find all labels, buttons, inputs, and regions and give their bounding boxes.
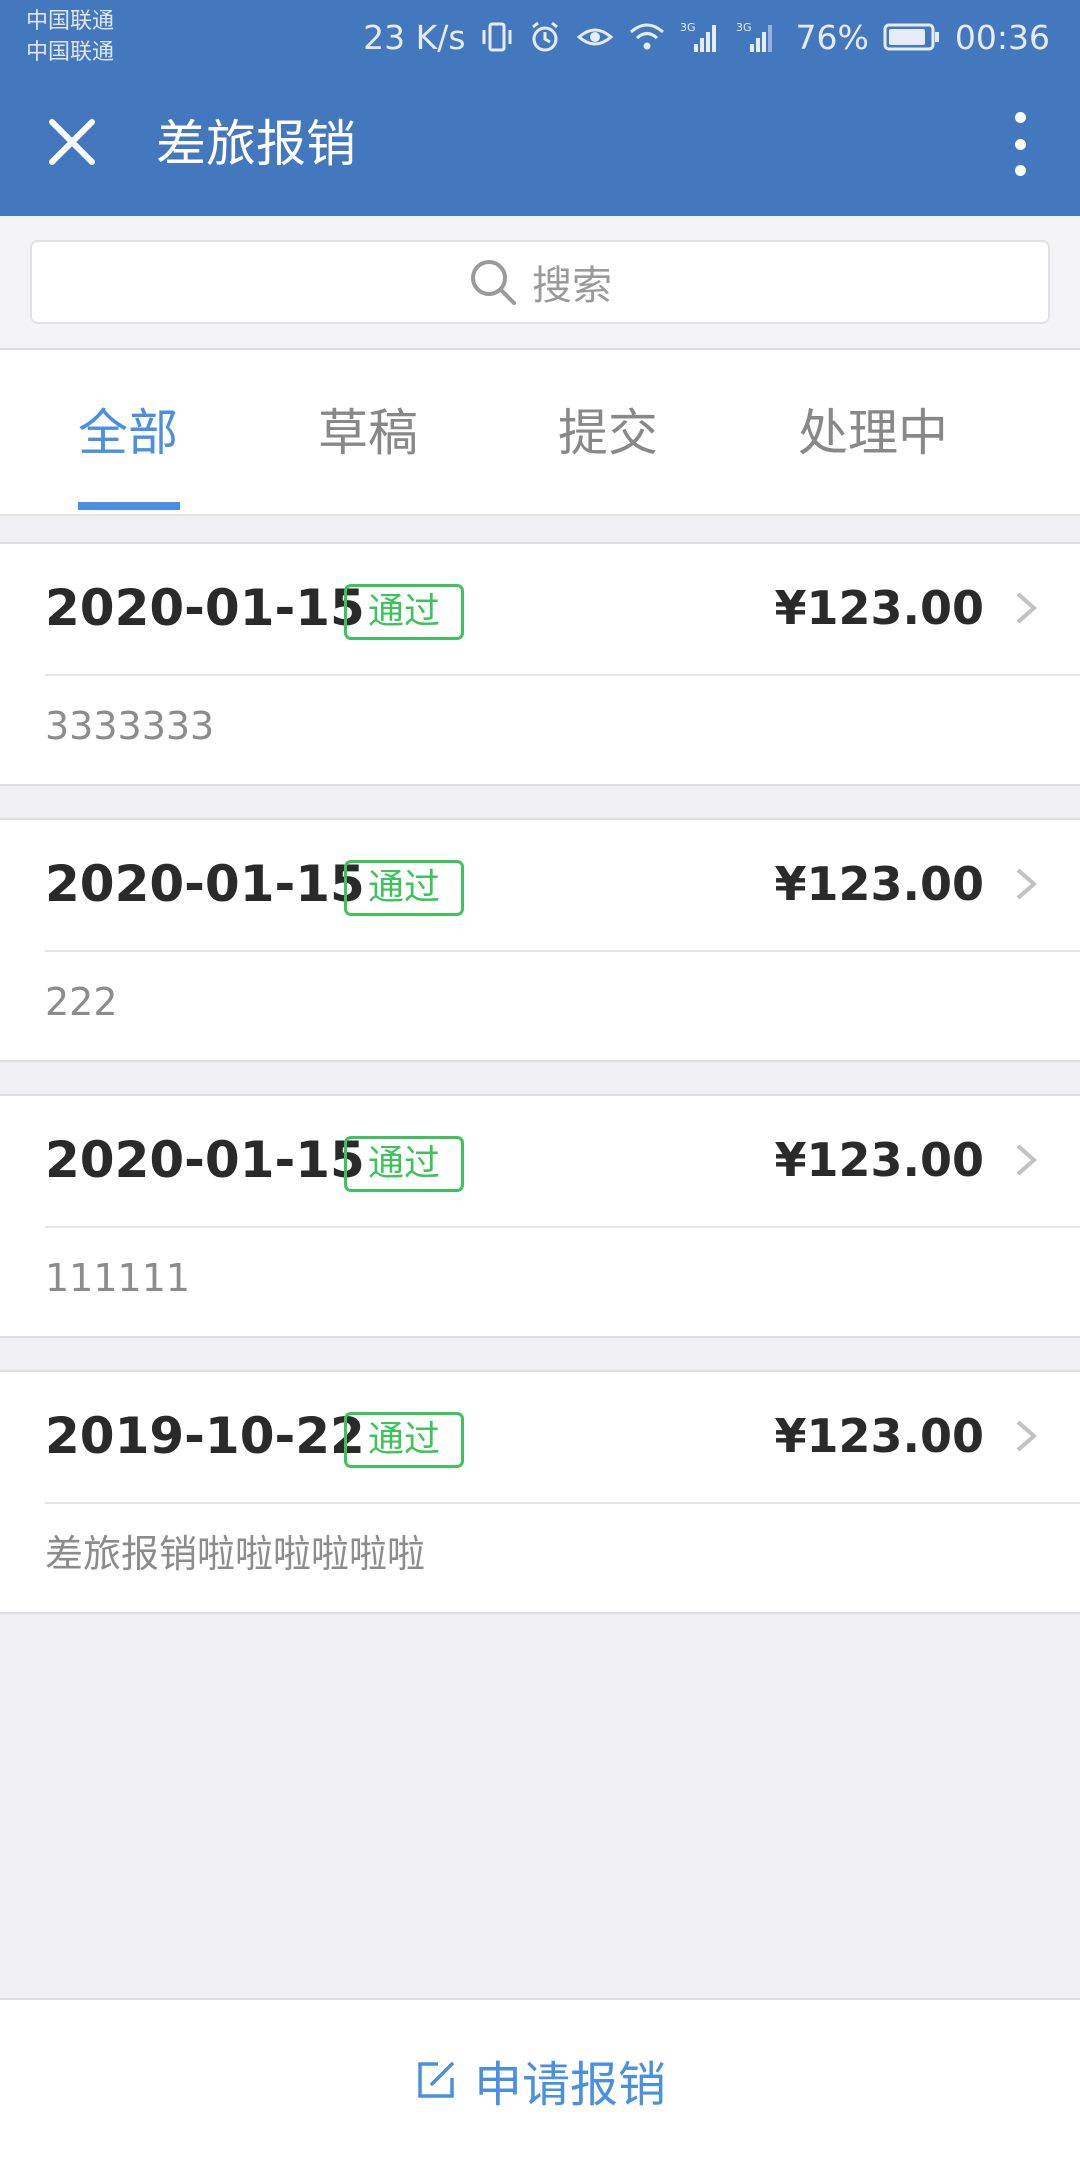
filter-tabs: 全部 草稿 提交 处理中 (0, 350, 1080, 516)
list-item[interactable]: 2020-01-15 通过 ¥123.00 111111 (0, 1094, 1080, 1338)
more-options-button[interactable] (990, 106, 1050, 182)
battery-percent: 76% (795, 17, 869, 57)
list-item[interactable]: 2020-01-15 通过 ¥123.00 3333333 (0, 542, 1080, 786)
record-amount: ¥123.00 (774, 1409, 984, 1463)
apply-reimbursement-label: 申请报销 (473, 2057, 666, 2113)
divider (45, 1502, 1080, 1504)
chevron-right-icon (1016, 592, 1038, 624)
status-bar: 中国联通 中国联通 23 K/s 3G 3G 76% 00:36 (0, 0, 1080, 72)
search-icon (471, 260, 516, 305)
carrier-info: 中国联通 中国联通 (26, 6, 114, 68)
vibrate-icon (480, 20, 514, 54)
carrier-1: 中国联通 (26, 9, 115, 34)
divider (45, 1226, 1080, 1228)
divider (45, 950, 1080, 952)
clock: 00:36 (954, 17, 1050, 57)
svg-text:3G: 3G (680, 21, 696, 34)
record-note: 差旅报销啦啦啦啦啦啦 (45, 1532, 426, 1576)
battery-icon (883, 22, 941, 52)
eye-icon (576, 20, 614, 54)
status-indicators: 23 K/s 3G 3G 76% 00:36 (363, 16, 1050, 58)
status-badge: 通过 (344, 1412, 464, 1468)
tab-submitted[interactable]: 提交 (558, 400, 658, 466)
record-date: 2019-10-22 (45, 1407, 365, 1465)
search-area: 搜索 (0, 216, 1080, 350)
signal-icon: 3G (680, 20, 722, 54)
chevron-right-icon (1016, 1144, 1038, 1176)
record-amount: ¥123.00 (774, 857, 984, 911)
svg-text:3G: 3G (736, 21, 752, 34)
search-input[interactable]: 搜索 (30, 240, 1050, 324)
record-amount: ¥123.00 (774, 581, 984, 635)
tab-draft[interactable]: 草稿 (318, 400, 418, 466)
status-badge: 通过 (344, 860, 464, 916)
record-date: 2020-01-15 (45, 855, 365, 913)
alarm-icon (528, 20, 562, 54)
record-date: 2020-01-15 (45, 1131, 365, 1189)
carrier-2: 中国联通 (26, 40, 115, 65)
status-badge: 通过 (344, 584, 464, 640)
tab-processing[interactable]: 处理中 (798, 400, 948, 466)
record-amount: ¥123.00 (774, 1133, 984, 1187)
close-button[interactable] (40, 110, 104, 174)
chevron-right-icon (1016, 868, 1038, 900)
record-note: 222 (45, 980, 118, 1024)
more-vert-icon (1014, 112, 1026, 123)
wifi-icon (628, 20, 666, 54)
app-bar: 差旅报销 (0, 72, 1080, 216)
status-badge: 通过 (344, 1136, 464, 1192)
edit-icon (418, 2062, 454, 2098)
list-item[interactable]: 2020-01-15 通过 ¥123.00 222 (0, 818, 1080, 1062)
chevron-right-icon (1016, 1420, 1038, 1452)
record-date: 2020-01-15 (45, 579, 365, 637)
record-note: 111111 (45, 1256, 191, 1300)
list-item[interactable]: 2019-10-22 通过 ¥123.00 差旅报销啦啦啦啦啦啦 (0, 1370, 1080, 1614)
close-icon (49, 119, 95, 165)
net-speed: 23 K/s (363, 17, 466, 57)
active-tab-indicator (78, 502, 180, 510)
page-title: 差旅报销 (156, 115, 356, 173)
signal-icon: 3G (736, 20, 778, 54)
search-placeholder: 搜索 (532, 263, 612, 309)
apply-reimbursement-button[interactable]: 申请报销 (0, 1998, 1080, 2160)
divider (45, 674, 1080, 676)
record-note: 3333333 (45, 704, 215, 748)
tab-all[interactable]: 全部 (78, 400, 178, 466)
